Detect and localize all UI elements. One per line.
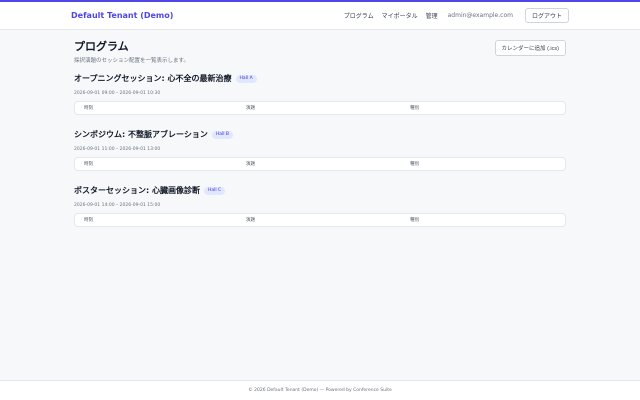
column-header-time: 時刻	[84, 162, 93, 167]
column-header-type: 種別	[410, 218, 419, 223]
session-table-header: 時刻 演題 種別	[74, 213, 566, 227]
session-title: シンポジウム: 不整脈アブレーション	[74, 130, 208, 139]
brand-link[interactable]: Default Tenant (Demo)	[71, 11, 173, 20]
nav-item-admin[interactable]: 管理	[426, 11, 438, 20]
user-email: admin@example.com	[447, 11, 513, 19]
nav-menu: プログラム マイポータル 管理 admin@example.com ログアウト	[344, 7, 569, 23]
page-subtitle: 採択演題のセッション配置を一覧表示します。	[74, 58, 189, 64]
session-table-header: 時刻 演題 種別	[74, 101, 566, 115]
hall-badge: Hall A	[235, 74, 257, 83]
hall-badge: Hall B	[211, 130, 233, 139]
session-title: ポスターセッション: 心臓画像診断	[74, 186, 200, 195]
session-card: オープニングセッション: 心不全の最新治療 Hall A 2026-09-01 …	[74, 73, 566, 115]
top-navbar: Default Tenant (Demo) プログラム マイポータル 管理 ad…	[0, 0, 640, 30]
session-time: 2026-09-01 09:00 – 2026-09-01 10:30	[74, 91, 161, 96]
column-header-abstract: 演題	[246, 106, 255, 111]
main-content: プログラム 採択演題のセッション配置を一覧表示します。 カレンダーに追加 (.i…	[74, 38, 566, 227]
column-header-type: 種別	[410, 106, 419, 111]
session-table-header: 時刻 演題 種別	[74, 157, 566, 171]
session-card: ポスターセッション: 心臓画像診断 Hall C 2026-09-01 14:0…	[74, 185, 566, 227]
session-time: 2026-09-01 11:00 – 2026-09-01 13:00	[74, 147, 161, 152]
page-footer: © 2026 Default Tenant (Demo) — Powered b…	[0, 380, 640, 400]
hall-badge: Hall C	[203, 186, 226, 195]
column-header-time: 時刻	[84, 218, 93, 223]
nav-item-my-portal[interactable]: マイポータル	[382, 11, 418, 20]
nav-item-program[interactable]: プログラム	[344, 11, 374, 20]
session-title: オープニングセッション: 心不全の最新治療	[74, 74, 232, 83]
column-header-abstract: 演題	[246, 218, 255, 223]
column-header-time: 時刻	[84, 106, 93, 111]
column-header-abstract: 演題	[246, 162, 255, 167]
page-title: プログラム	[74, 40, 129, 53]
session-time: 2026-09-01 14:00 – 2026-09-01 15:00	[74, 203, 161, 208]
add-to-calendar-button[interactable]: カレンダーに追加 (.ics)	[494, 40, 566, 56]
logout-button[interactable]: ログアウト	[524, 7, 569, 23]
session-card: シンポジウム: 不整脈アブレーション Hall B 2026-09-01 11:…	[74, 129, 566, 171]
column-header-type: 種別	[410, 162, 419, 167]
